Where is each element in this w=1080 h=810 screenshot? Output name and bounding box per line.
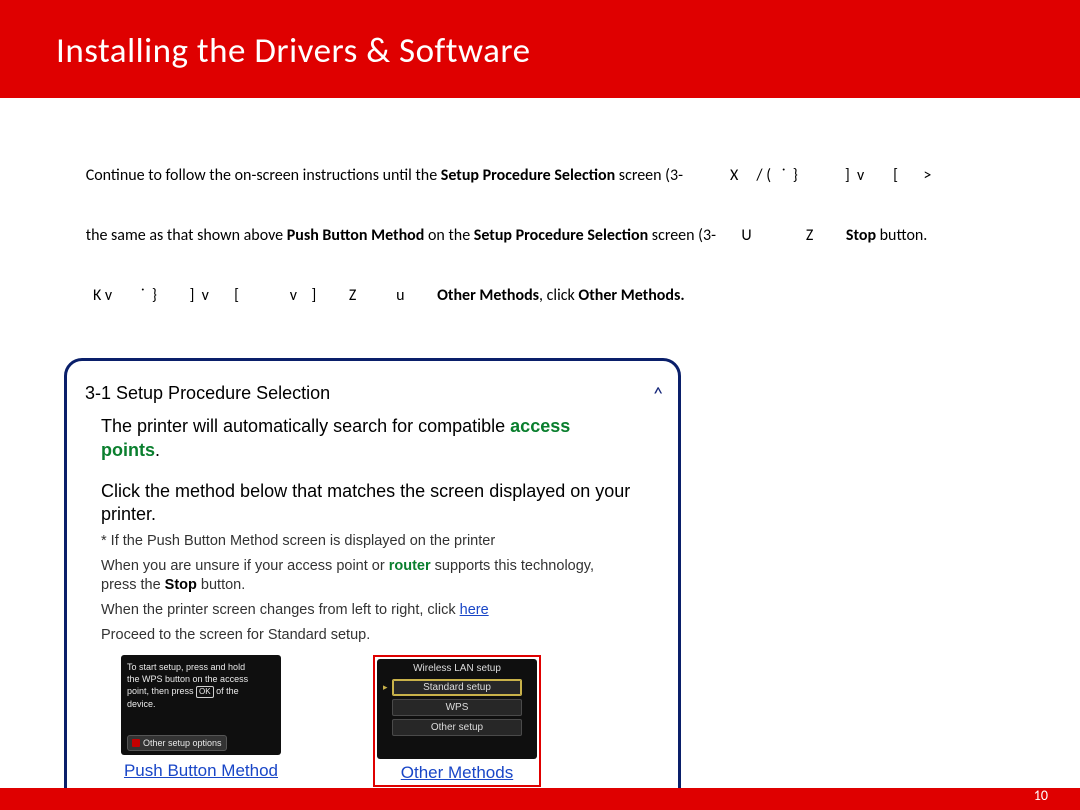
red-square-icon	[132, 739, 140, 747]
sm2e: button.	[197, 577, 245, 593]
push-button-thumbnail: To start setup, press and hold the WPS b…	[121, 655, 281, 755]
stop-term: Stop	[165, 577, 197, 593]
ok-icon: OK	[196, 686, 214, 698]
instr-l2f: Stop	[846, 226, 876, 245]
panel-search-text: The printer will automatically search fo…	[85, 414, 633, 462]
push-button-method-link[interactable]: Push Button Method	[124, 761, 278, 781]
instr-l2a: the same as that shown above	[86, 226, 287, 245]
instruction-text: Continue to follow the on-screen instruc…	[64, 146, 1024, 326]
panel-small-4: Proceed to the screen for Standard setup…	[85, 626, 633, 645]
page-header: Installing the Drivers & Software	[0, 0, 1080, 98]
setup-selection-panel: ˄ ˅ 3-1 Setup Procedure Selection The pr…	[64, 358, 681, 810]
content-area: Continue to follow the on-screen instruc…	[0, 98, 1080, 810]
footer-bar	[0, 788, 1080, 810]
tl4: device.	[127, 698, 275, 710]
tr-standard: Standard setup	[392, 679, 522, 696]
instr-l3c: , click	[539, 286, 578, 305]
instr-l1c: screen (3- X / ( ˙ } ] v [ >	[615, 166, 931, 185]
instr-l3d: Other Methods.	[578, 286, 684, 305]
sm2a: When you are unsure if your access point…	[101, 558, 389, 574]
instr-l2d: Setup Procedure Selection	[474, 226, 648, 245]
instr-l2e: screen (3- U Z	[648, 226, 846, 245]
thumb-col-left: To start setup, press and hold the WPS b…	[121, 655, 281, 787]
panel-title: 3-1 Setup Procedure Selection	[85, 383, 633, 404]
scroll-up-icon[interactable]: ˄	[652, 381, 664, 408]
other-setup-chip-label: Other setup options	[143, 738, 222, 748]
tl3a: point, then press	[127, 686, 196, 696]
panel-sub-text: Click the method below that matches the …	[85, 480, 633, 526]
thumb-col-right: Wireless LAN setup Standard setup WPS Ot…	[373, 655, 541, 787]
sm3a: When the printer screen changes from lef…	[101, 602, 460, 618]
page-number: 10	[1034, 787, 1048, 804]
instr-l1b: Setup Procedure Selection	[441, 166, 615, 185]
instr-l2b: Push Button Method	[287, 226, 425, 245]
page-title: Installing the Drivers & Software	[56, 30, 1080, 72]
router-term: router	[389, 558, 431, 574]
panel-small-3: When the printer screen changes from lef…	[85, 601, 633, 620]
other-methods-thumbnail: Wireless LAN setup Standard setup WPS Ot…	[377, 659, 537, 759]
instr-l3b: Other Methods	[437, 286, 539, 305]
thumbnail-row: To start setup, press and hold the WPS b…	[85, 655, 633, 787]
panel-small-1: * If the Push Button Method screen is di…	[85, 532, 633, 551]
instr-l1a: Continue to follow the on-screen instruc…	[86, 166, 441, 185]
tl3c: of the	[214, 686, 239, 696]
tr-other: Other setup	[392, 719, 522, 736]
instr-l2c: on the	[424, 226, 473, 245]
instr-l2g: button.	[876, 226, 927, 245]
panel-search-a: The printer will automatically search fo…	[101, 416, 510, 436]
tr-wps: WPS	[392, 699, 522, 716]
here-link[interactable]: here	[460, 602, 489, 618]
instr-l3a: K v ˙ } ] v [ v ] Z u	[86, 286, 437, 305]
other-methods-highlight: Wireless LAN setup Standard setup WPS Ot…	[373, 655, 541, 787]
tl1: To start setup, press and hold	[127, 661, 275, 673]
panel-small-2: When you are unsure if your access point…	[85, 557, 633, 595]
tr-title: Wireless LAN setup	[413, 663, 501, 674]
tl2: the WPS button on the access	[127, 673, 275, 685]
other-setup-chip: Other setup options	[127, 735, 227, 751]
panel-search-c: .	[155, 440, 160, 460]
other-methods-link[interactable]: Other Methods	[401, 763, 513, 783]
